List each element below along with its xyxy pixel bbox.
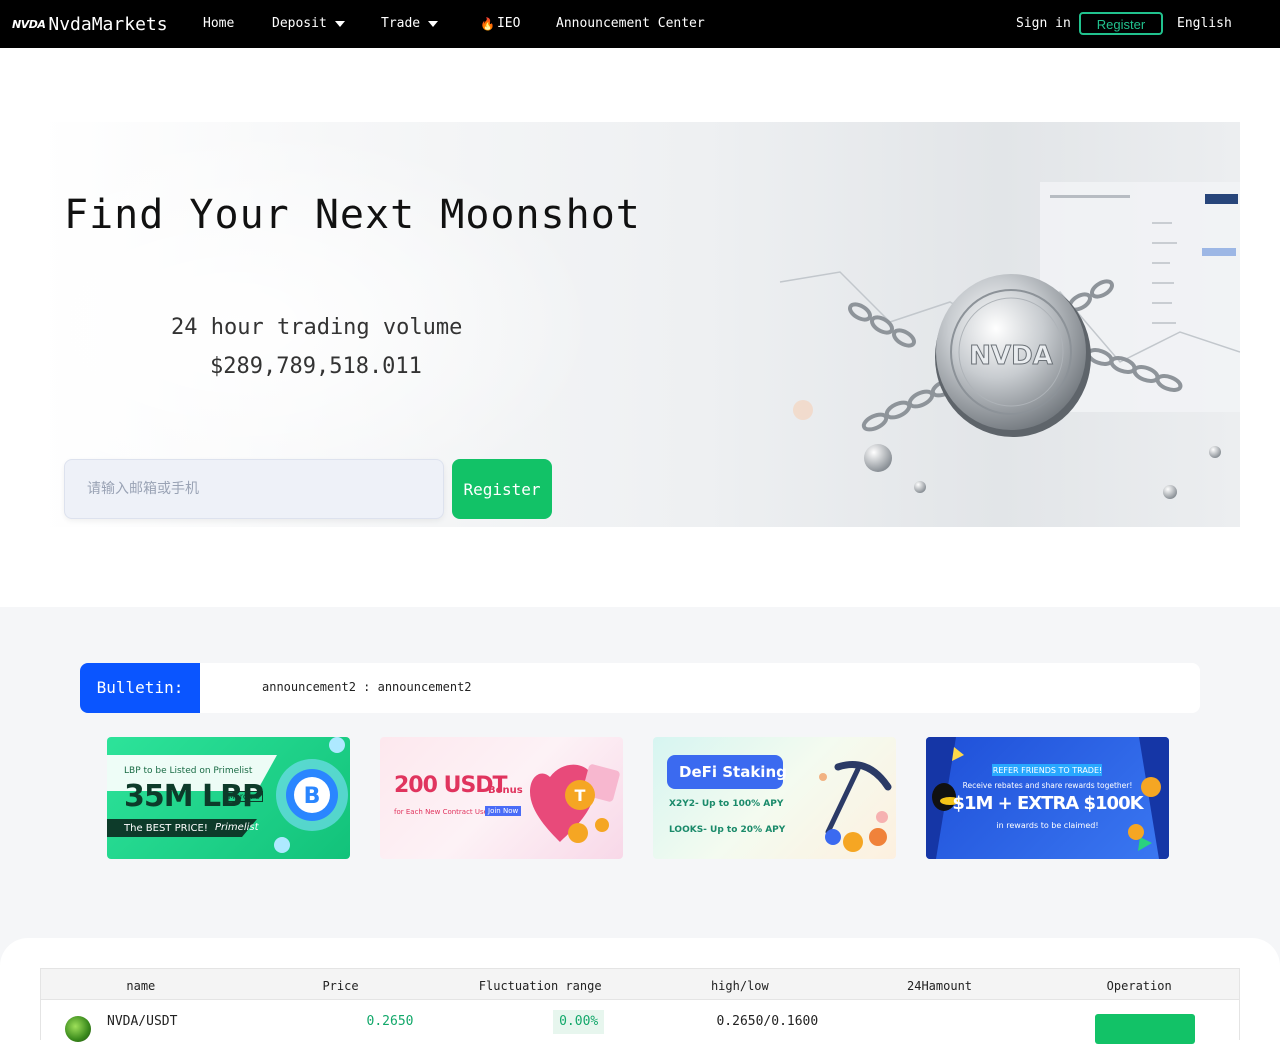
cell-fluctuation: 0.00%: [484, 1000, 673, 1040]
banner-gift-art: T: [530, 764, 620, 843]
col-operation: Operation: [1106, 979, 1172, 993]
logo[interactable]: NVDA NvdaMarkets: [12, 10, 168, 38]
col-24h-amount: 24Hamount: [907, 979, 973, 993]
signin-label: Sign in: [1016, 16, 1071, 31]
cell-price: 0.2650: [366, 1014, 414, 1029]
market-table: name Price Fluctuation range high/low 24…: [40, 968, 1240, 1044]
top-nav: NVDA NvdaMarkets Home Deposit Trade 🔥 IE…: [0, 0, 1280, 48]
promo-banner-lbp[interactable]: B LBP to be Listed on Primelist 35M LBP …: [107, 737, 350, 859]
fire-icon: 🔥: [480, 17, 495, 31]
col-highlow: high/low: [710, 979, 769, 993]
banner-defi-line2: LOOKS- Up to 20% APY: [669, 825, 786, 835]
language-label: English: [1177, 16, 1232, 31]
cell-name: NVDA/USDT: [41, 1000, 296, 1042]
banner-lbp-date: March 8: [225, 791, 264, 802]
banner-lbp-line3: The BEST PRICE!: [124, 823, 208, 834]
cell-24h-amount: [862, 1000, 1051, 1040]
banner-refer-line3: in rewards to be claimed!: [996, 821, 1099, 830]
svg-text:B: B: [304, 784, 321, 809]
fluctuation-badge: 0.00%: [553, 1010, 605, 1034]
coin-label: NVDA: [969, 341, 1053, 371]
volume-label: 24 hour trading volume: [171, 315, 463, 340]
nvda-coin-icon: [65, 1016, 91, 1042]
banner-defi-line1: X2Y2- Up to 100% APY: [669, 799, 784, 809]
table-header: name Price Fluctuation range high/low 24…: [40, 968, 1240, 1000]
banner-refer-big: $1M + EXTRA $100K: [952, 793, 1143, 814]
banner-refer-line1: REFER FRIENDS TO TRADE!: [992, 766, 1103, 775]
hero-title: Find Your Next Moonshot: [64, 192, 641, 238]
banner-defi-art: [667, 755, 892, 852]
volume-value: $289,789,518.011: [210, 354, 422, 379]
bulletin-bar: Bulletin: announcement2 : announcement2: [80, 663, 1200, 713]
language-selector[interactable]: English: [1177, 14, 1232, 34]
banner-lbp-line1: LBP to be Listed on Primelist: [124, 766, 253, 776]
banner-lbp-brand: Primelist: [215, 822, 259, 833]
nav-announcement-center[interactable]: Announcement Center: [556, 14, 705, 34]
trade-button[interactable]: [1094, 1014, 1195, 1044]
logo-mark: NVDA: [12, 17, 46, 31]
cell-highlow: 0.2650/0.1600: [716, 1014, 819, 1029]
register-button-top[interactable]: Register: [1079, 12, 1163, 35]
nav-announcement-label: Announcement Center: [556, 16, 705, 31]
logo-text: NvdaMarkets: [48, 13, 168, 35]
bulletin-text[interactable]: announcement2 : announcement2: [262, 680, 472, 694]
col-name: name: [126, 979, 156, 993]
nav-home[interactable]: Home: [203, 14, 234, 34]
table-row[interactable]: NVDA/USDT 0.2650 0.00% 0.2650/0.1600: [40, 1000, 1240, 1044]
bulletin-label: Bulletin:: [80, 663, 200, 713]
promo-banner-defi-staking[interactable]: DeFi Staking X2Y2- Up to 100% APY LOOKS-…: [653, 737, 896, 859]
col-fluctuation: Fluctuation range: [478, 979, 602, 993]
email-phone-input[interactable]: [64, 459, 444, 519]
svg-text:T: T: [575, 786, 586, 805]
banner-usdt-bonus: Bonus: [488, 785, 523, 796]
col-price: Price: [322, 979, 359, 993]
hero-banner: NVDA Find Your Next Moonshot 24 hour tra…: [40, 122, 1240, 527]
banner-usdt-cta: Join Now: [485, 806, 522, 816]
hero-register-button[interactable]: Register: [452, 459, 552, 519]
nav-deposit[interactable]: Deposit: [272, 14, 345, 34]
nav-ieo[interactable]: 🔥 IEO: [480, 14, 520, 34]
promo-banner-usdt-bonus[interactable]: T 200 USDT Bonus for Each New Contract U…: [380, 737, 623, 859]
chevron-down-icon: [334, 21, 345, 27]
nav-trade-label: Trade: [381, 16, 421, 31]
nav-home-label: Home: [203, 16, 235, 31]
nvda-coin-illustration: NVDA: [779, 182, 1240, 499]
nav-trade[interactable]: Trade: [381, 14, 439, 34]
nav-ieo-label: IEO: [496, 16, 521, 31]
banner-refer-line2: Receive rebates and share rewards togeth…: [962, 781, 1133, 790]
banner-defi-title: DeFi Staking: [679, 763, 787, 781]
cell-operation: [1050, 1000, 1239, 1044]
chevron-down-icon: [428, 21, 439, 27]
banner-usdt-line2: for Each New Contract User: [394, 808, 491, 816]
promo-banner-refer[interactable]: REFER FRIENDS TO TRADE! Receive rebates …: [926, 737, 1169, 859]
pair-name: NVDA/USDT: [107, 1014, 178, 1029]
signin-link[interactable]: Sign in: [1016, 14, 1071, 34]
nav-deposit-label: Deposit: [272, 16, 327, 31]
